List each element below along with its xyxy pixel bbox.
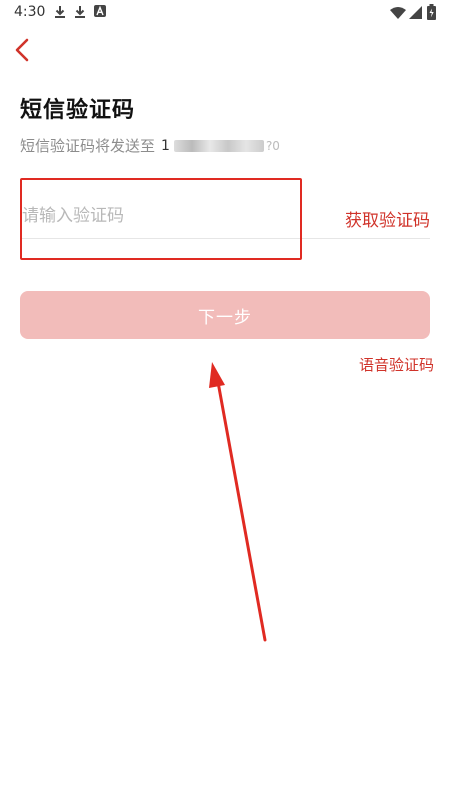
- phone-masked: [173, 139, 264, 152]
- back-button[interactable]: [10, 34, 38, 66]
- signal-icon: [409, 6, 422, 19]
- phone-prefix: 1: [161, 137, 170, 154]
- app-icon: [94, 5, 106, 17]
- status-time: 4:30: [14, 4, 46, 20]
- download-icon: [75, 6, 85, 18]
- page-title: 短信验证码: [20, 98, 136, 123]
- battery-icon: [427, 4, 436, 20]
- get-code-button[interactable]: 获取验证码: [345, 206, 430, 231]
- next-step-button[interactable]: 下一步: [20, 291, 430, 339]
- annotation-highlight-box: [20, 178, 302, 260]
- voice-code-link[interactable]: 语音验证码: [359, 354, 434, 375]
- phone-suffix: ?0: [265, 138, 280, 153]
- download-icon: [55, 6, 65, 18]
- subtitle-text: 短信验证码将发送至: [20, 137, 156, 155]
- wifi-icon: [390, 7, 406, 19]
- subtitle-row: 短信验证码将发送至 1 ?0: [20, 135, 280, 156]
- status-bar: 4:30: [0, 0, 450, 26]
